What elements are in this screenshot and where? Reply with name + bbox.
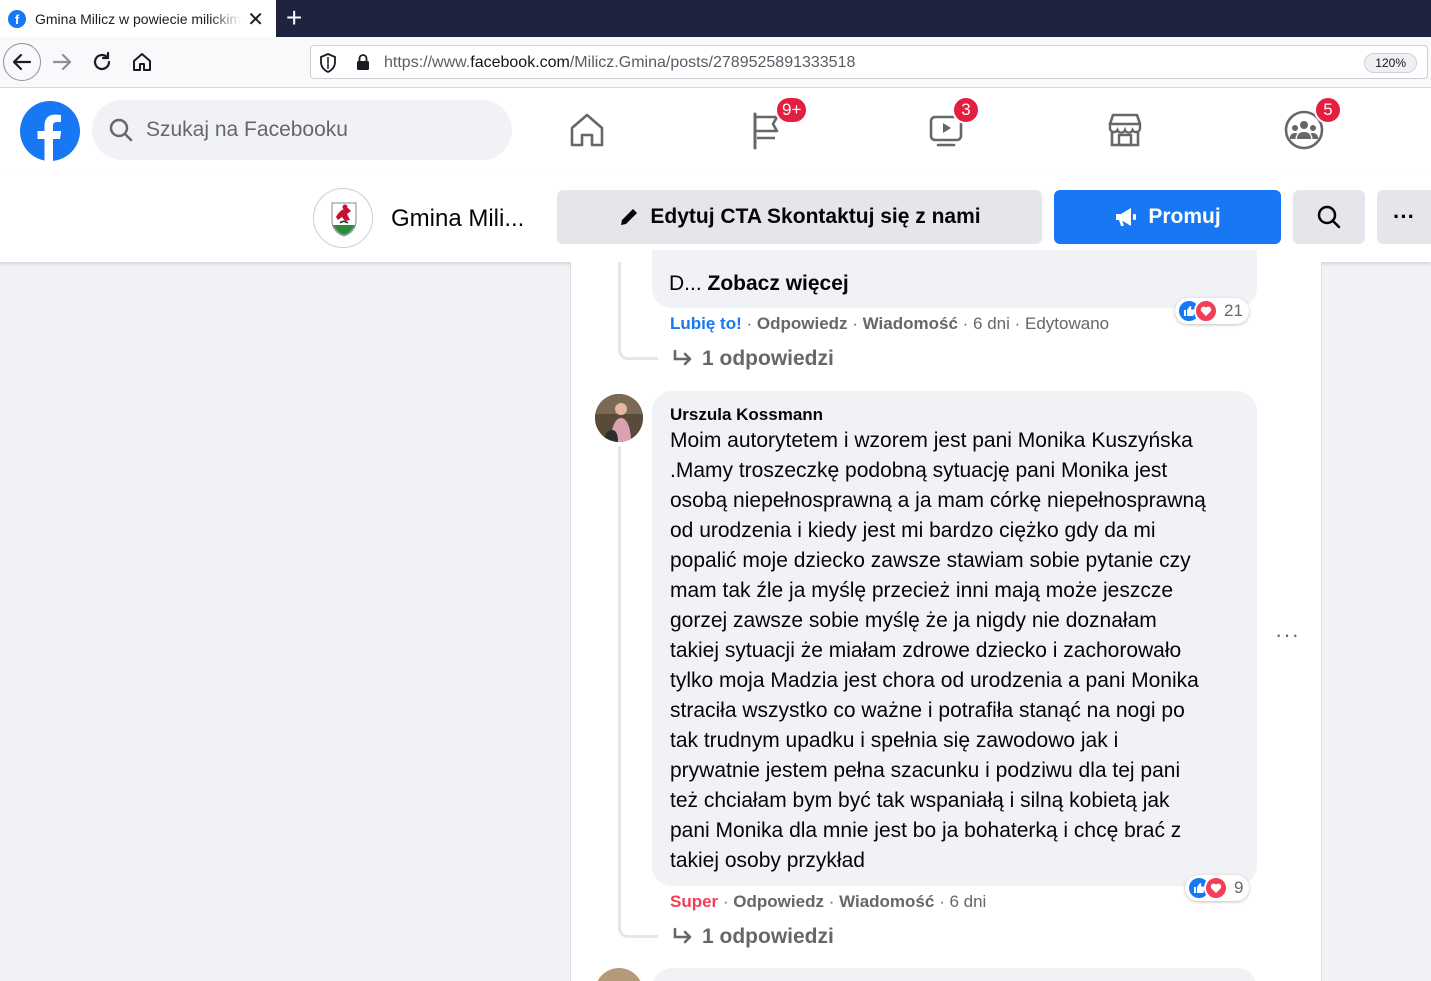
comment-line: gorzej zawsze sobie myślę że ja nigdy ni… <box>670 609 1157 632</box>
url-text[interactable]: https://www.facebook.com/Milicz.Gmina/po… <box>384 54 855 72</box>
comment-bubble: D... Zobacz więcej <box>652 250 1257 308</box>
comment-time[interactable]: 6 dni <box>973 314 1010 333</box>
new-tab-button[interactable]: + <box>286 2 302 34</box>
search-icon <box>109 118 133 142</box>
thread-line <box>618 446 621 916</box>
reply-arrow-icon <box>673 349 692 366</box>
megaphone-icon <box>1116 208 1137 226</box>
super-action[interactable]: Super <box>670 892 718 911</box>
nav-groups[interactable]: 5 <box>1282 96 1342 152</box>
groups-badge: 5 <box>1314 96 1342 124</box>
nav-marketplace[interactable] <box>1103 108 1147 152</box>
reaction-summary[interactable]: 21 <box>1175 298 1249 324</box>
page-name[interactable]: Gmina Mili... <box>391 205 524 233</box>
comment-actions: Super · Odpowiedz · Wiadomość · 6 dni <box>670 892 987 911</box>
edit-cta-button[interactable]: Edytuj CTA Skontaktuj się z nami <box>557 190 1042 244</box>
edited-label: Edytowano <box>1025 314 1110 333</box>
facebook-search-box[interactable]: Szukaj na Facebooku <box>92 100 512 160</box>
search-placeholder: Szukaj na Facebooku <box>146 118 348 141</box>
love-reaction-icon <box>1194 299 1218 323</box>
reply-action[interactable]: Odpowiedz <box>733 892 824 911</box>
facebook-logo-icon[interactable] <box>20 101 80 161</box>
comment-text-tail: D... Zobacz więcej <box>669 272 849 295</box>
comment-line: pani Monika dla mnie jest bo ja bohaterk… <box>670 819 1182 842</box>
reload-button[interactable] <box>84 44 120 80</box>
promote-label: Promuj <box>1148 205 1221 228</box>
comment-line: Moim autorytetem i wzorem jest pani Moni… <box>670 429 1193 452</box>
watch-badge: 3 <box>952 96 980 124</box>
back-button[interactable] <box>3 43 41 81</box>
reply-action[interactable]: Odpowiedz <box>757 314 848 333</box>
nav-pages[interactable]: 9+ <box>745 96 809 152</box>
reaction-count: 9 <box>1234 878 1244 897</box>
marketplace-icon <box>1108 113 1142 147</box>
reaction-summary[interactable]: 9 <box>1185 875 1250 901</box>
forward-arrow-icon <box>52 53 72 71</box>
thread-corner <box>618 908 658 938</box>
page-avatar[interactable] <box>313 188 373 248</box>
reply-arrow-icon <box>673 927 692 944</box>
comment-line: takiej sytuacji że miałam zdrowe dziecko… <box>670 639 1182 662</box>
reaction-count: 21 <box>1224 301 1243 320</box>
comment-line: od urodzenia i kiedy jest mi bardzo cięż… <box>670 519 1156 542</box>
tab-close-icon[interactable]: ✕ <box>247 7 264 32</box>
page-header-bar: Gmina Mili... Edytuj CTA Skontaktuj się … <box>0 172 1431 262</box>
commenter-avatar[interactable] <box>595 394 643 442</box>
page-search-button[interactable] <box>1293 190 1365 244</box>
browser-tab-bar: f Gmina Milicz w powiecie milickim ✕ + <box>0 0 1431 37</box>
search-icon <box>1317 205 1341 229</box>
comment-options-button[interactable]: ··· <box>1275 622 1300 648</box>
url-bar[interactable]: https://www.facebook.com/Milicz.Gmina/po… <box>310 45 1428 79</box>
browser-nav-bar: https://www.facebook.com/Milicz.Gmina/po… <box>0 37 1431 88</box>
love-reaction-icon <box>1204 876 1228 900</box>
home-button[interactable] <box>124 44 160 80</box>
view-replies-link[interactable]: 1 odpowiedzi <box>672 925 834 949</box>
promote-button[interactable]: Promuj <box>1054 190 1281 244</box>
home-icon <box>133 53 151 71</box>
nav-watch[interactable]: 3 <box>924 96 980 152</box>
comment-line: .Mamy troszeczkę podobną sytuację pani M… <box>670 459 1168 482</box>
comment-bubble: Urszula Kossmann Moim autorytetem i wzor… <box>652 391 1257 886</box>
comment-line: takiej osoby przykład <box>670 849 865 872</box>
comment-line: tak trudnym upadku i spełnia się zawodow… <box>670 729 1119 752</box>
forward-button[interactable] <box>44 44 80 80</box>
comment-time[interactable]: 6 dni <box>949 892 986 911</box>
comment-line: straciła wszystko co ważne i potrafiła s… <box>670 699 1185 722</box>
message-action[interactable]: Wiadomość <box>839 892 934 911</box>
comment-actions: Lubię to! · Odpowiedz · Wiadomość · 6 dn… <box>670 314 1110 333</box>
comment-line: też chciałam bym być tak wspaniałą i sil… <box>670 789 1170 812</box>
lock-icon[interactable] <box>355 53 371 71</box>
comment-line: mam tak źle ja myślę przecież inni mają … <box>670 579 1173 602</box>
comment-line: popalić moje dziecko zawsze stawiam sobi… <box>670 549 1191 572</box>
thread-corner <box>618 330 658 360</box>
see-more-link[interactable]: Zobacz więcej <box>708 272 849 295</box>
comment-bubble <box>652 968 1257 981</box>
shield-icon[interactable] <box>319 53 337 73</box>
like-action[interactable]: Lubię to! <box>670 314 742 333</box>
back-arrow-icon <box>12 53 32 71</box>
page-more-button[interactable]: ··· <box>1377 190 1431 244</box>
zoom-level-badge[interactable]: 120% <box>1364 53 1417 73</box>
reload-icon <box>93 51 111 71</box>
view-replies-link[interactable]: 1 odpowiedzi <box>672 347 834 371</box>
comment-author[interactable]: Urszula Kossmann <box>670 405 823 425</box>
home-icon <box>570 113 604 147</box>
facebook-favicon-icon: f <box>8 9 26 28</box>
facebook-top-bar: Szukaj na Facebooku 9+ 3 5 <box>0 88 1431 172</box>
more-icon: ··· <box>1393 204 1415 229</box>
comment-line: osobą niepełnosprawną a ja mam córkę nie… <box>670 489 1206 512</box>
comment-line: tylko moja Madzia jest chora od urodzeni… <box>670 669 1199 692</box>
message-action[interactable]: Wiadomość <box>863 314 958 333</box>
pages-badge: 9+ <box>775 96 809 124</box>
comment-line: prywatnie jestem pełna szacunku i podziw… <box>670 759 1181 782</box>
coat-of-arms-icon <box>331 202 357 237</box>
tab-title: Gmina Milicz w powiecie milickim <box>35 10 241 27</box>
browser-tab[interactable]: f Gmina Milicz w powiecie milickim ✕ <box>0 0 276 37</box>
nav-home[interactable] <box>565 108 609 152</box>
pencil-icon <box>621 209 638 225</box>
comment-text: Moim autorytetem i wzorem jest pani Moni… <box>670 426 1206 876</box>
edit-cta-label: Edytuj CTA Skontaktuj się z nami <box>650 205 981 228</box>
